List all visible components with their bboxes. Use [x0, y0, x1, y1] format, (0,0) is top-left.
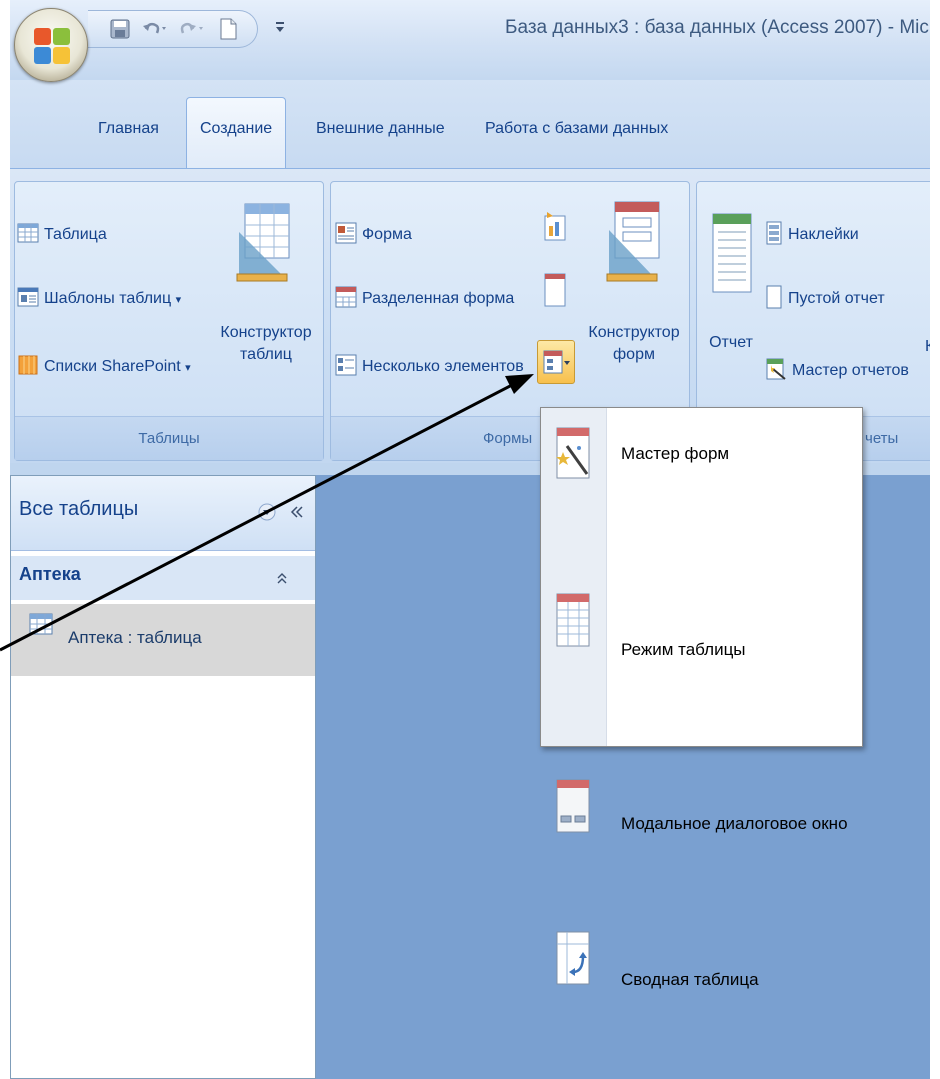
blank-report-button[interactable]: Пустой отчет: [765, 282, 885, 316]
form-designer-icon: [606, 201, 660, 282]
menu-item-form-wizard[interactable]: Мастер форм: [541, 422, 862, 530]
more-forms-menu: Мастер форм Режим таблицы Модальное диал…: [540, 407, 863, 989]
sharepoint-lists-button[interactable]: Списки SharePoint ▾: [17, 350, 191, 384]
report-wizard-icon: [766, 358, 786, 381]
customize-dropdown-icon[interactable]: [273, 20, 287, 34]
window-title: База данных3 : база данных (Access 2007)…: [505, 17, 930, 38]
table-icon: [29, 613, 53, 635]
more-forms-button[interactable]: [537, 340, 575, 384]
blank-form-icon[interactable]: [541, 272, 569, 308]
multiple-items-button[interactable]: Несколько элементов: [335, 350, 524, 384]
datasheet-icon: [556, 593, 590, 647]
table-icon: [17, 223, 39, 243]
redo-icon[interactable]: [178, 17, 208, 41]
sharepoint-list-icon: [18, 355, 38, 375]
blank-report-icon: [766, 285, 782, 309]
form-wizard-icon: [556, 427, 590, 479]
office-logo-icon: [34, 28, 70, 64]
modal-dialog-icon: [556, 779, 590, 833]
split-form-icon: [335, 286, 357, 308]
labels-icon: [766, 221, 782, 245]
form-icon: [335, 222, 357, 244]
quick-access-toolbar: [88, 10, 258, 48]
report-wizard-button[interactable]: Мастер отчетов: [765, 354, 909, 388]
tab-external-data[interactable]: Внешние данные: [316, 105, 445, 152]
report-button[interactable]: Отчет: [701, 332, 761, 354]
cut-off-letter: К: [925, 338, 930, 355]
more-forms-icon: [543, 350, 570, 374]
ribbon-tabs: Главная Создание Внешние данные Работа с…: [10, 80, 930, 175]
tables-group-label: Таблицы: [15, 416, 323, 460]
tab-home[interactable]: Главная: [98, 105, 159, 152]
title-bar: База данных3 : база данных (Access 2007)…: [10, 0, 930, 80]
menu-item-label: Сводная таблица: [621, 970, 759, 989]
menu-item-pivot-table[interactable]: Сводная таблица: [541, 870, 862, 989]
split-form-button[interactable]: Разделенная форма: [335, 282, 514, 316]
nav-item-label: Аптека : таблица: [68, 628, 202, 647]
nav-group-header[interactable]: Аптека: [11, 556, 315, 600]
menu-item-label: Мастер форм: [621, 444, 730, 463]
table-templates-button[interactable]: Шаблоны таблиц ▾: [17, 282, 181, 316]
form-button[interactable]: Форма: [335, 218, 412, 252]
collapse-group-icon[interactable]: [275, 570, 289, 586]
report-icon: [712, 213, 752, 293]
menu-item-datasheet[interactable]: Режим таблицы: [541, 584, 862, 692]
menu-item-modal-dialog[interactable]: Модальное диалоговое окно: [541, 726, 862, 834]
office-button[interactable]: [14, 8, 88, 82]
table-button[interactable]: Таблица: [17, 218, 107, 252]
nav-item-table[interactable]: Аптека : таблица: [11, 604, 315, 676]
tab-create[interactable]: Создание: [186, 97, 287, 175]
new-document-icon[interactable]: [216, 17, 240, 41]
nav-group-label: Аптека: [19, 564, 81, 584]
table-designer-icon: [236, 203, 290, 282]
save-icon[interactable]: [108, 17, 132, 41]
menu-item-label: Модальное диалоговое окно: [621, 814, 848, 833]
collapse-pane-icon[interactable]: [287, 502, 307, 522]
menu-item-label: Режим таблицы: [621, 640, 746, 659]
table-templates-icon: [17, 287, 39, 307]
nav-pane-title: Все таблицы: [19, 498, 139, 520]
multiple-items-icon: [335, 354, 357, 376]
tab-database-tools[interactable]: Работа с базами данных: [485, 105, 668, 152]
navigation-pane: Все таблицы Аптека Аптека : таблица: [10, 475, 316, 1079]
pivot-chart-icon[interactable]: [541, 210, 569, 242]
nav-pane-header[interactable]: Все таблицы: [11, 476, 315, 551]
form-designer-button[interactable]: Конструктор форм: [579, 322, 689, 366]
undo-icon[interactable]: [140, 17, 170, 41]
tables-group: Таблица Шаблоны таблиц ▾ Списки SharePoi…: [14, 181, 324, 461]
table-designer-button[interactable]: Конструктор таблиц: [211, 322, 321, 366]
pivot-table-icon: [556, 931, 590, 985]
labels-button[interactable]: Наклейки: [765, 218, 859, 252]
nav-dropdown-icon[interactable]: [257, 502, 277, 522]
access-window: База данных3 : база данных (Access 2007)…: [10, 0, 930, 1079]
